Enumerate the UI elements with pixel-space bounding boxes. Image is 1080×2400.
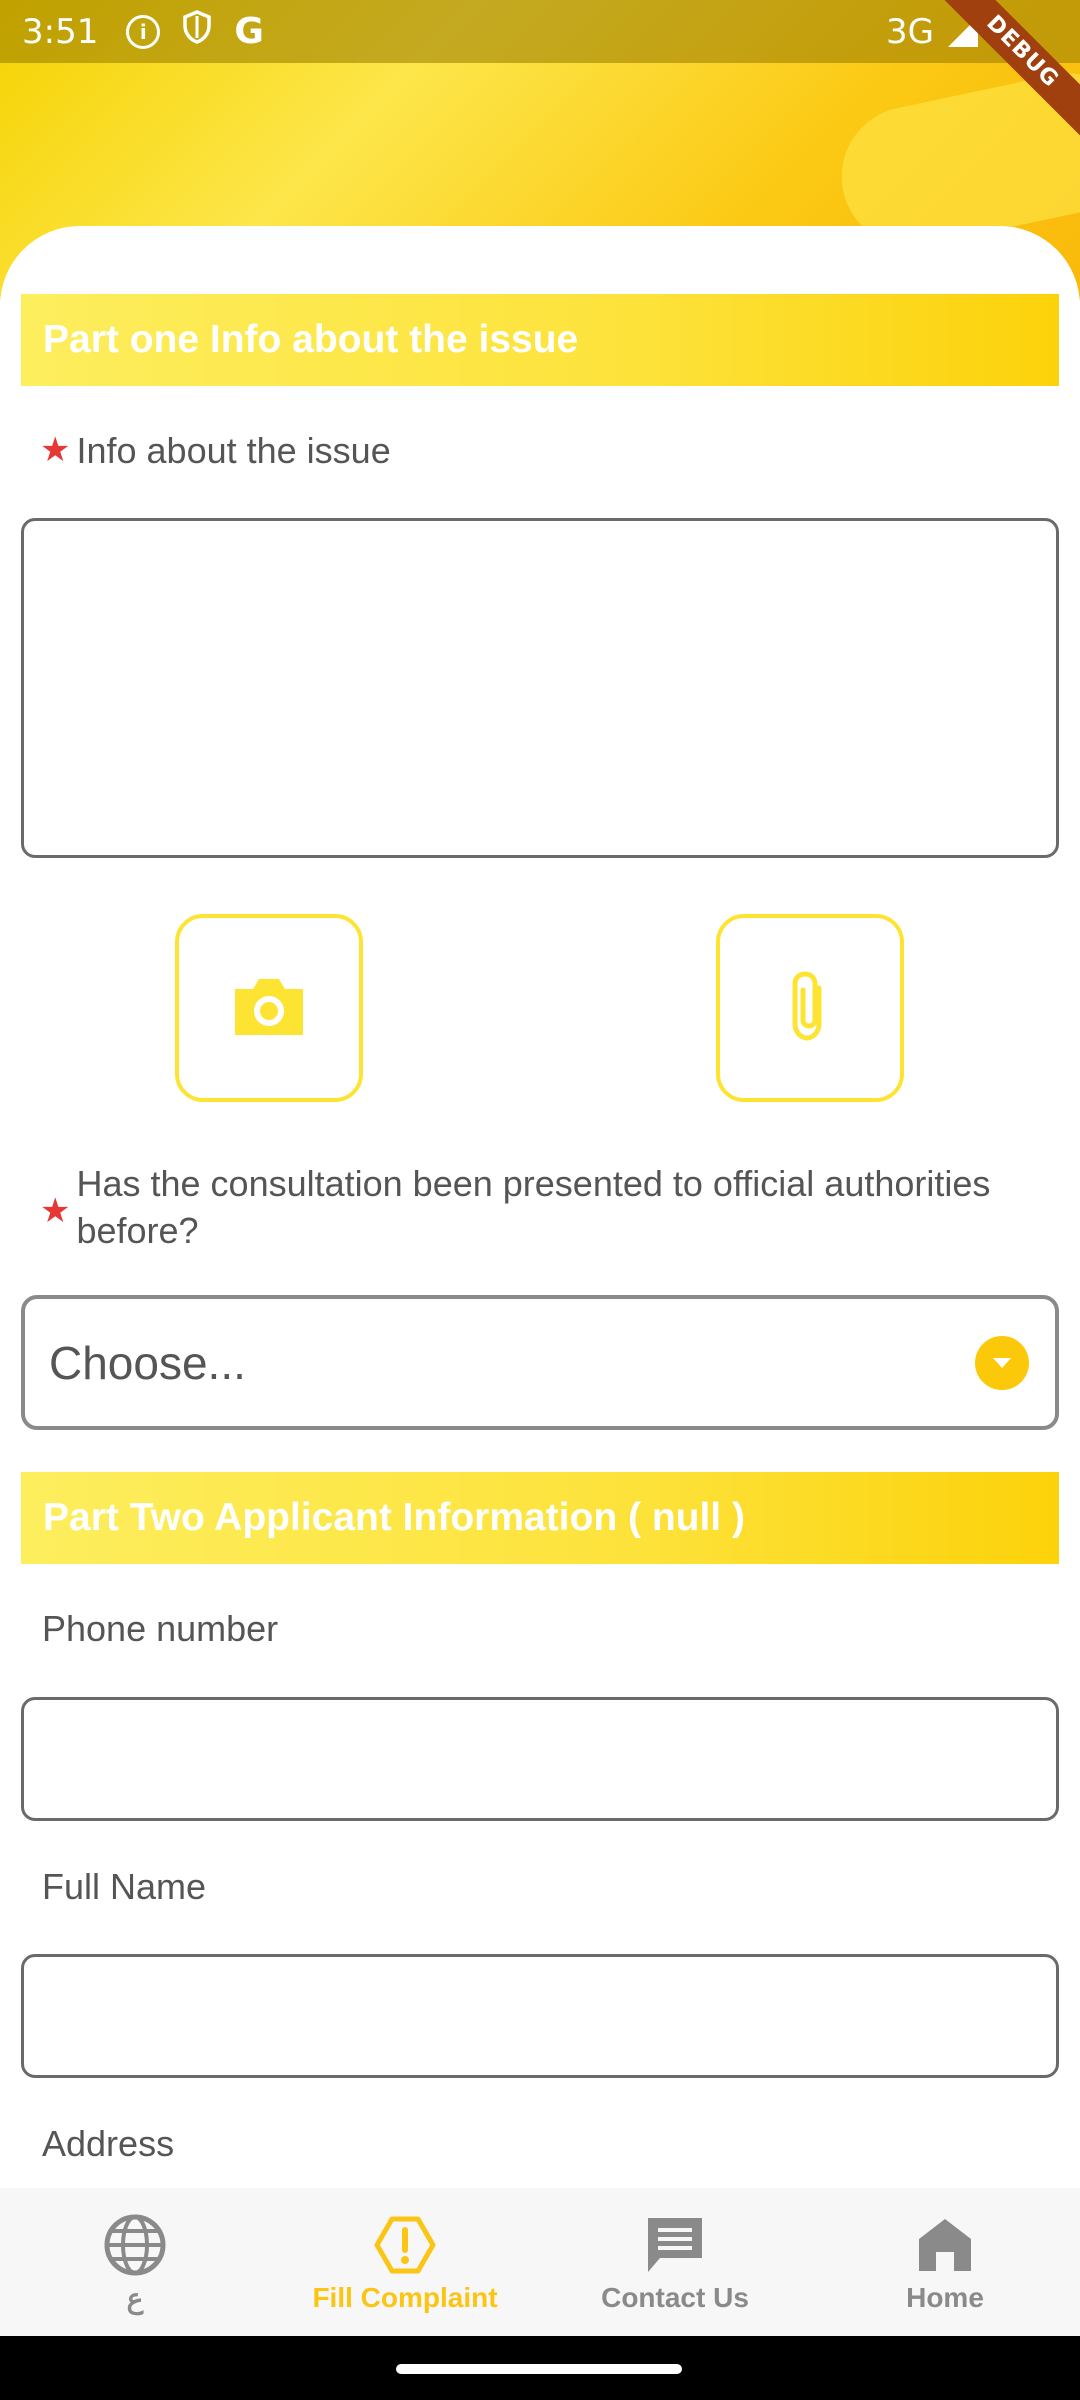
attach-file-button[interactable] xyxy=(716,914,904,1102)
system-gesture-area xyxy=(0,2336,1080,2400)
shield-icon xyxy=(182,10,212,53)
nav-label-language: ع xyxy=(126,2283,144,2314)
consultation-label-text: Has the consultation been presented to o… xyxy=(76,1163,991,1251)
required-icon: ★ xyxy=(40,1192,71,1230)
chevron-down-icon xyxy=(975,1335,1029,1390)
globe-icon xyxy=(103,2214,167,2276)
nav-item-fill-complaint[interactable]: Fill Complaint xyxy=(270,2188,540,2336)
consultation-label: ★ Has the consultation been presented to… xyxy=(40,1160,1042,1254)
full-name-label-text: Full Name xyxy=(42,1866,207,1907)
select-value: Choose... xyxy=(49,1336,246,1389)
required-icon: ★ xyxy=(40,431,71,469)
bottom-navigation: ع Fill Complaint Contact Us Home xyxy=(0,2188,1080,2336)
full-name-label: Full Name xyxy=(42,1866,206,1908)
consultation-select[interactable]: Choose... xyxy=(21,1295,1059,1430)
alert-icon xyxy=(374,2214,436,2276)
paperclip-icon xyxy=(785,968,835,1048)
google-icon: G xyxy=(234,11,264,52)
section-header-part-one: Part one Info about the issue xyxy=(21,294,1059,386)
nav-label-fill-complaint: Fill Complaint xyxy=(312,2282,498,2313)
nav-item-language[interactable]: ع xyxy=(0,2188,270,2336)
phone-label-text: Phone number xyxy=(42,1608,279,1649)
phone-input[interactable] xyxy=(21,1697,1059,1821)
full-name-input[interactable] xyxy=(21,1954,1059,2078)
network-type: 3G xyxy=(886,11,934,52)
issue-textarea[interactable] xyxy=(21,518,1059,858)
info-icon: i xyxy=(126,14,161,49)
section-header-part-two: Part Two Applicant Information ( null ) xyxy=(21,1472,1059,1564)
section-title-part-two: Part Two Applicant Information ( null ) xyxy=(43,1496,745,1539)
chat-icon xyxy=(644,2214,706,2276)
nav-item-home[interactable]: Home xyxy=(810,2188,1080,2336)
address-label-text: Address xyxy=(42,2123,175,2164)
address-label: Address xyxy=(42,2123,174,2165)
gesture-handle[interactable] xyxy=(396,2364,682,2374)
issue-label-text: Info about the issue xyxy=(76,430,391,471)
status-time: 3:51 xyxy=(22,11,99,52)
home-icon xyxy=(916,2214,974,2276)
camera-icon xyxy=(231,973,307,1043)
nav-label-contact-us: Contact Us xyxy=(601,2282,749,2313)
section-title-part-one: Part one Info about the issue xyxy=(43,318,579,361)
issue-label: ★ Info about the issue xyxy=(40,430,391,472)
phone-label: Phone number xyxy=(42,1608,278,1650)
status-bar: 3:51 i G 3G xyxy=(0,0,1080,63)
nav-item-contact-us[interactable]: Contact Us xyxy=(540,2188,810,2336)
nav-label-home: Home xyxy=(906,2282,984,2313)
camera-button[interactable] xyxy=(175,914,363,1102)
